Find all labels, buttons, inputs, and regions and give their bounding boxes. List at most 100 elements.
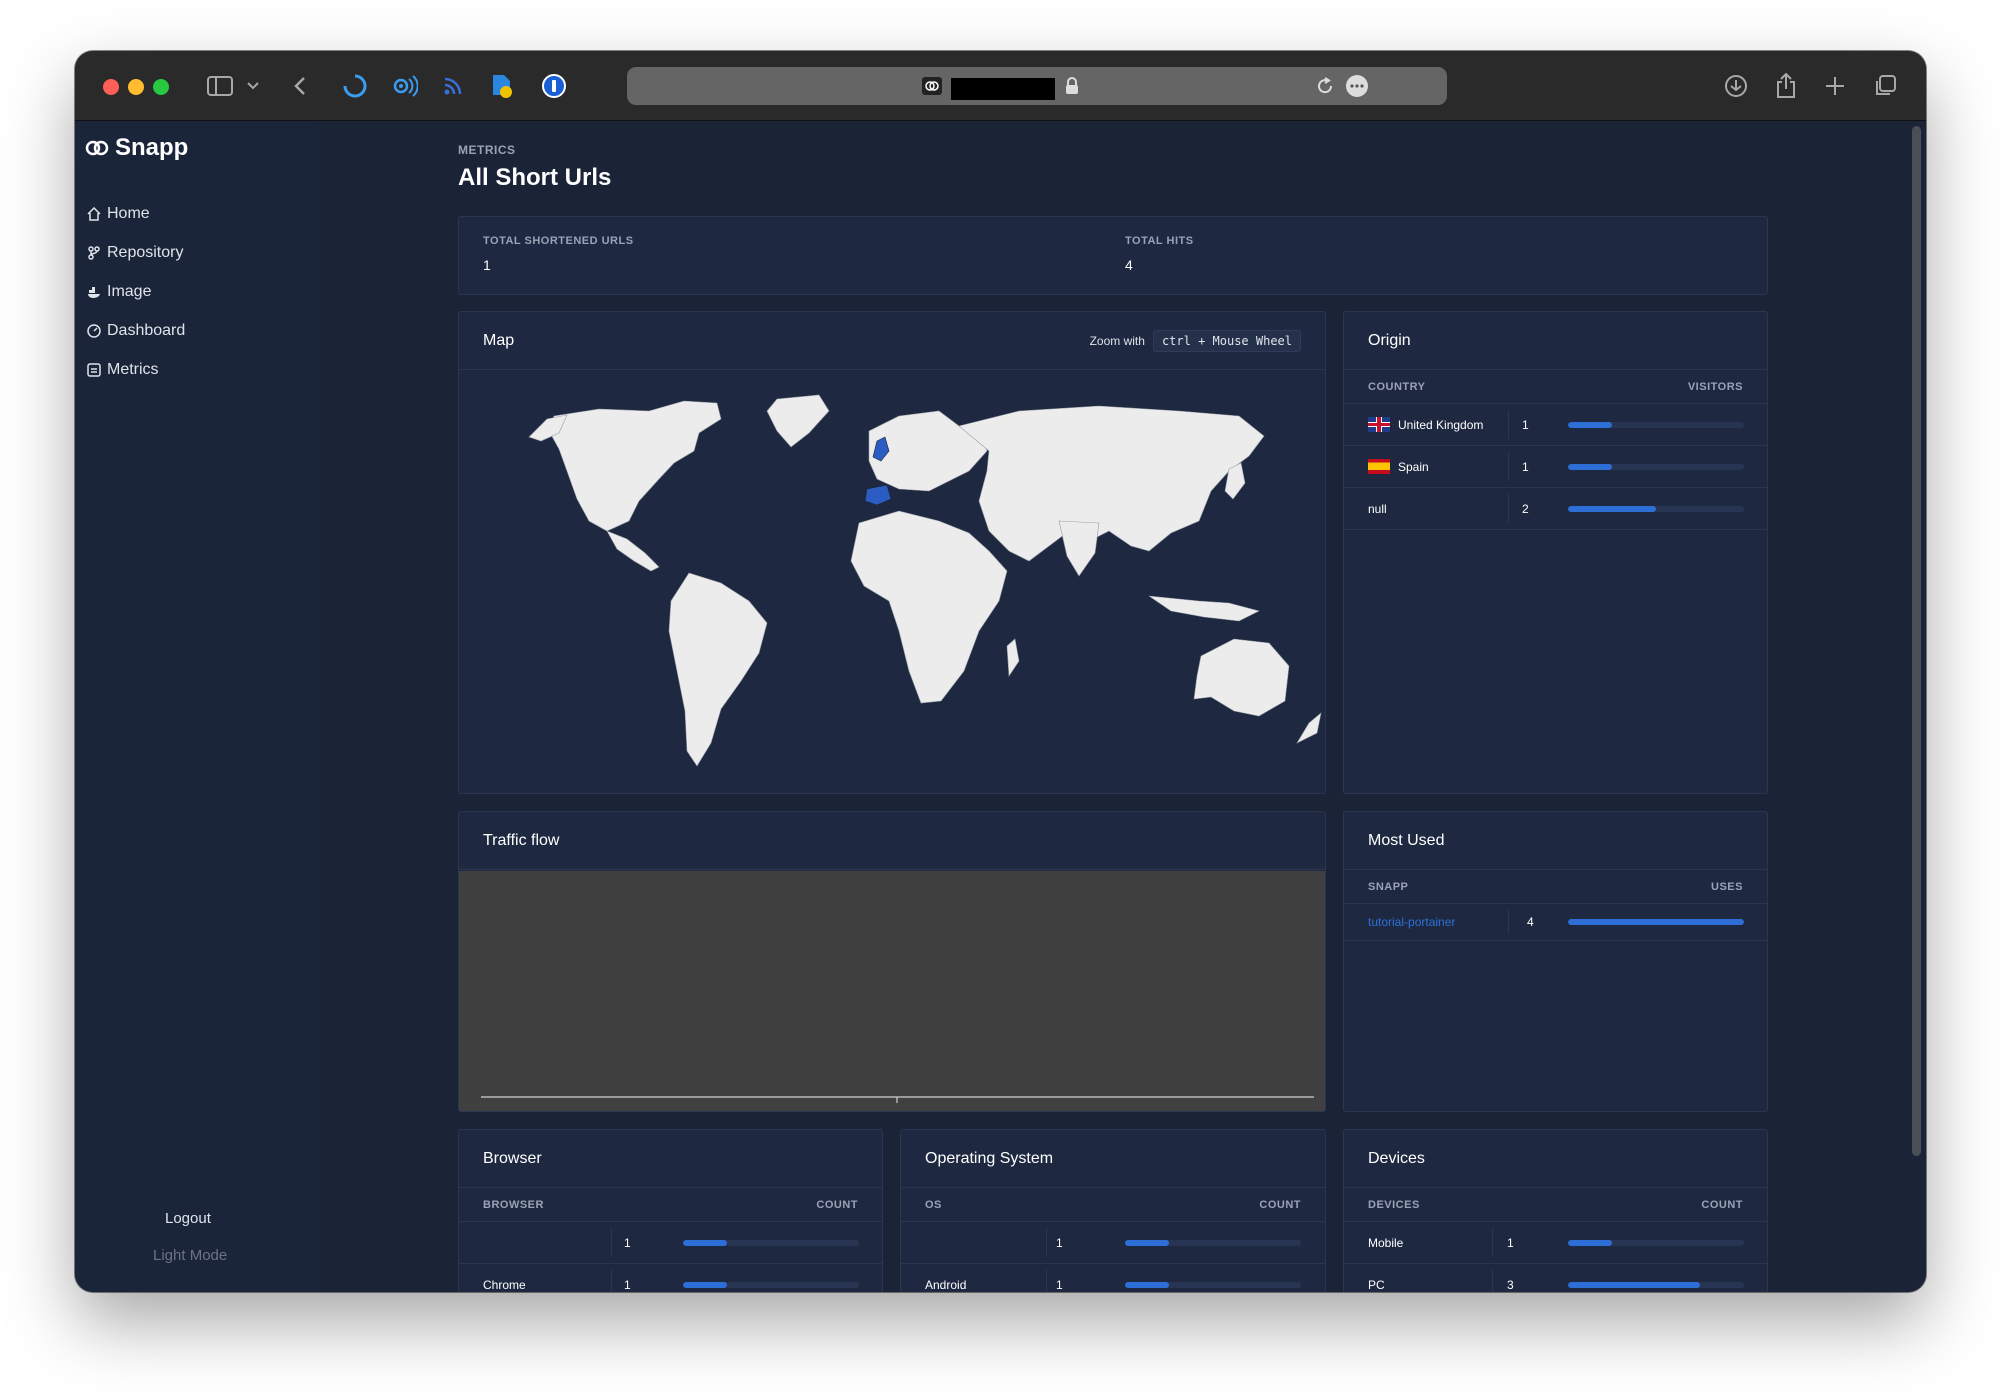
share-icon[interactable] [1771,71,1801,101]
map-card-header: Map Zoom with ctrl + Mouse Wheel [459,312,1325,370]
snapp-link[interactable]: tutorial-portainer [1368,915,1455,929]
sidebar-item-metrics[interactable]: Metrics [87,350,185,389]
map-greenland [766,394,830,448]
country-cell: Spain [1368,446,1429,487]
table-row[interactable]: Android 1 [901,1264,1325,1292]
browser-count: 1 [624,1277,631,1292]
origin-table-header: COUNTRY VISITORS [1344,370,1767,404]
lock-icon [1066,77,1078,94]
extension-radio-icon[interactable] [389,71,419,101]
page-scrollbar[interactable] [1912,126,1921,1156]
sidebar-item-dashboard[interactable]: Dashboard [87,311,185,350]
logout-button[interactable]: Logout [165,1210,211,1227]
browser-toolbar [75,51,1926,121]
column-header-country: COUNTRY [1368,380,1426,393]
sidebar-item-home[interactable]: Home [87,194,185,233]
origin-card-header: Origin [1344,312,1767,370]
os-card: Operating System OS COUNT 1 Android 1 [900,1129,1326,1292]
table-row[interactable]: Mobile 1 [1344,1222,1767,1264]
address-bar[interactable] [627,67,1447,105]
back-icon[interactable] [290,71,310,101]
most-used-table-header: SNAPP USES [1344,870,1767,904]
table-row[interactable]: null 2 [1344,488,1767,530]
tab-overview-icon[interactable] [1870,71,1900,101]
os-bar-fill [1125,1240,1169,1246]
table-row[interactable]: Spain 1 [1344,446,1767,488]
extension-document-icon[interactable] [489,71,515,101]
site-icon [922,77,942,95]
os-bar [1125,1240,1301,1246]
devices-title: Devices [1368,1149,1425,1167]
traffic-flow-chart[interactable] [459,871,1325,1111]
cell-divider [611,1228,612,1257]
traffic-title: Traffic flow [483,831,560,849]
password-manager-icon[interactable] [539,71,569,101]
dashboard-icon [87,323,101,338]
map-south-america [668,572,768,767]
cell-divider [1046,1228,1047,1257]
uk-flag-icon [1368,417,1390,432]
table-row[interactable]: United Kingdom 1 [1344,404,1767,446]
browser-title: Browser [483,1149,542,1167]
browser-bar-fill [683,1240,727,1246]
column-header-browser: BROWSER [483,1198,544,1211]
map-madagascar [1006,638,1020,677]
zoom-window-button[interactable] [153,79,169,95]
table-row[interactable]: Chrome 1 [459,1264,882,1292]
sidebar-item-image[interactable]: Image [87,272,185,311]
docker-icon [88,286,100,298]
device-bar [1568,1240,1744,1246]
page-title: All Short Urls [458,164,612,191]
chart-icon [87,362,101,377]
country-name: Spain [1398,459,1429,474]
column-header-snapp: SNAPP [1368,880,1409,893]
most-used-title: Most Used [1368,831,1445,849]
table-row[interactable]: 1 [459,1222,882,1264]
column-header-devices: DEVICES [1368,1198,1420,1211]
devices-table-header: DEVICES COUNT [1344,1188,1767,1222]
browser-count: 1 [624,1235,631,1250]
cell-divider [1046,1270,1047,1292]
device-name: PC [1368,1277,1385,1292]
table-row[interactable]: 1 [901,1222,1325,1264]
origin-table-body: United Kingdom 1 Spain 1 null 2 [1344,404,1767,530]
column-header-os: OS [925,1198,942,1211]
table-row[interactable]: tutorial-portainer 4 [1344,904,1767,941]
extension-loading-icon[interactable] [340,71,370,101]
sidebar: Snapp Home Repository Image Dashboard Me… [75,122,318,1292]
most-used-card-header: Most Used [1344,812,1767,870]
map-australia [1193,638,1290,717]
brand-logo[interactable]: Snapp [85,134,188,162]
spain-flag-icon [1368,459,1390,474]
sidebar-item-repository[interactable]: Repository [87,233,185,272]
column-header-count: COUNT [816,1198,858,1211]
rss-icon[interactable] [440,71,466,101]
os-count: 1 [1056,1277,1063,1292]
world-map[interactable] [459,371,1326,794]
close-window-button[interactable] [103,79,119,95]
downloads-icon[interactable] [1721,71,1751,101]
sidebar-item-label: Repository [107,243,184,261]
cell-divider [1492,1228,1493,1257]
new-tab-icon[interactable] [1820,71,1850,101]
cell-divider [611,1270,612,1292]
traffic-card-header: Traffic flow [459,812,1325,870]
sidebar-item-label: Metrics [107,360,159,378]
chevron-down-icon[interactable] [245,71,261,101]
cell-divider [1492,1270,1493,1292]
cell-divider [1508,452,1509,481]
minimize-window-button[interactable] [128,79,144,95]
browser-bar-fill [683,1282,727,1288]
country-name: United Kingdom [1398,417,1484,432]
more-options-icon[interactable] [1345,74,1369,98]
table-row[interactable]: PC 3 [1344,1264,1767,1292]
column-header-count: COUNT [1259,1198,1301,1211]
light-mode-toggle[interactable]: Light Mode [153,1247,227,1264]
device-bar-fill [1568,1282,1700,1288]
sidebar-toggle-icon[interactable] [205,71,235,101]
uses-bar [1568,919,1744,925]
zoom-keys: ctrl + Mouse Wheel [1152,329,1301,352]
reload-icon[interactable] [1315,76,1335,96]
zoom-hint-text: Zoom with [1089,333,1145,348]
os-table-header: OS COUNT [901,1188,1325,1222]
